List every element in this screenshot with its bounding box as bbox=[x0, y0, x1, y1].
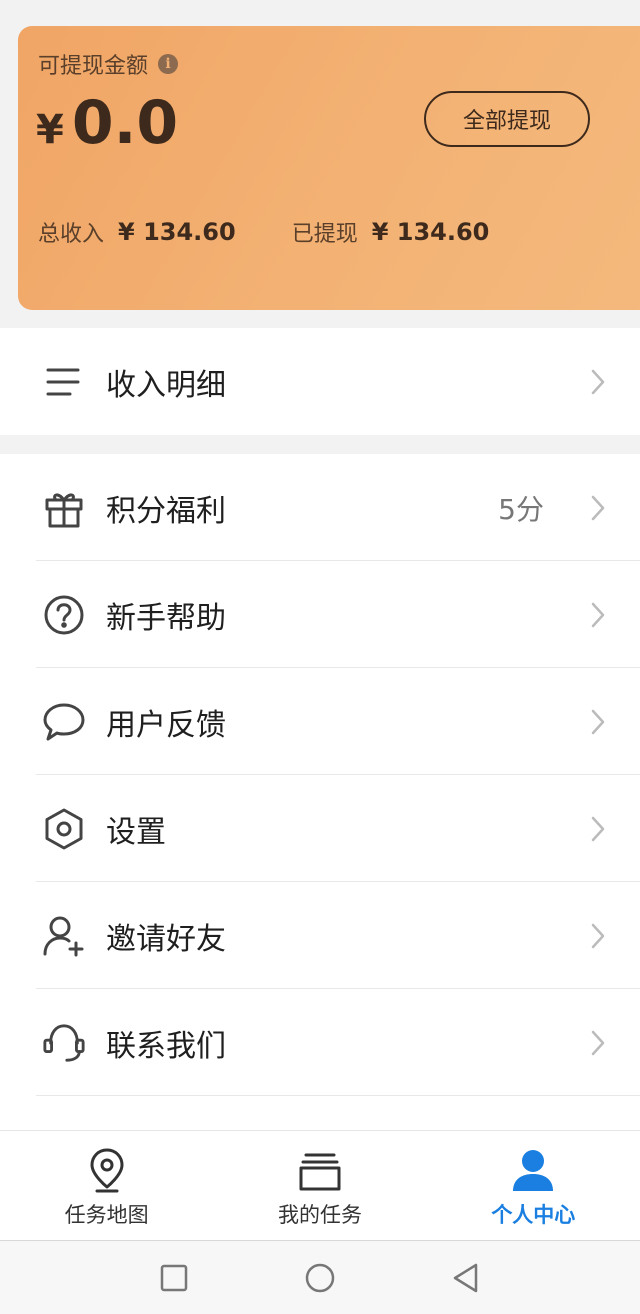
menu-item-label: 收入明细 bbox=[106, 367, 226, 403]
amount-value: 0.0 bbox=[71, 88, 179, 158]
tab-label: 个人中心 bbox=[491, 1202, 576, 1227]
settings-hexagon-icon bbox=[42, 807, 86, 851]
tab-task-map[interactable]: 任务地图 bbox=[0, 1131, 213, 1240]
withdrawable-amount: ¥ 0.0 bbox=[36, 88, 178, 158]
menu-item-income-detail[interactable]: 收入明细 bbox=[0, 328, 640, 435]
headset-icon bbox=[42, 1021, 86, 1065]
menu-item-label: 邀请好友 bbox=[106, 921, 226, 957]
withdrawn-label: 已提现 bbox=[291, 222, 358, 247]
points-value: 5分 bbox=[498, 492, 544, 526]
menu-item-help[interactable]: 新手帮助 bbox=[0, 561, 640, 668]
task-stack-icon bbox=[299, 1153, 341, 1190]
chat-bubble-icon bbox=[42, 700, 86, 744]
withdrawable-label-text: 可提现金额 bbox=[38, 54, 149, 79]
income-stats: 总收入 ¥ 134.60 已提现 ¥ 134.60 bbox=[38, 216, 489, 248]
chevron-right-icon bbox=[591, 602, 605, 627]
menu-item-points[interactable]: 积分福利 5分 bbox=[0, 454, 640, 561]
total-income-label: 总收入 bbox=[38, 222, 105, 247]
info-icon[interactable]: i bbox=[158, 54, 179, 74]
chevron-right-icon bbox=[591, 495, 605, 520]
system-nav-bar bbox=[0, 1240, 640, 1314]
menu-item-label: 新手帮助 bbox=[106, 600, 226, 636]
menu-item-contact[interactable]: 联系我们 bbox=[0, 989, 640, 1096]
total-income-value: ¥ 134.60 bbox=[118, 218, 236, 246]
menu-item-label: 积分福利 bbox=[106, 493, 226, 529]
bottom-tab-bar: 任务地图 我的任务 个人中心 bbox=[0, 1130, 640, 1240]
list-lines-icon bbox=[42, 360, 86, 404]
chevron-right-icon bbox=[591, 1030, 605, 1055]
person-icon bbox=[513, 1149, 554, 1191]
add-user-icon bbox=[42, 914, 86, 958]
withdraw-all-button[interactable]: 全部提现 bbox=[424, 91, 590, 147]
menu-item-label: 设置 bbox=[106, 814, 166, 850]
menu-item-partial bbox=[0, 1096, 640, 1130]
tab-label: 我的任务 bbox=[277, 1202, 362, 1227]
gift-icon bbox=[42, 486, 86, 530]
income-detail-section: 收入明细 bbox=[0, 328, 640, 435]
menu-item-label: 用户反馈 bbox=[106, 707, 226, 743]
back-icon[interactable] bbox=[449, 1261, 483, 1295]
tab-label: 任务地图 bbox=[64, 1202, 149, 1227]
menu-item-feedback[interactable]: 用户反馈 bbox=[0, 668, 640, 775]
recent-apps-icon[interactable] bbox=[157, 1261, 191, 1295]
withdrawable-label: 可提现金额 i bbox=[38, 48, 179, 80]
header-area: 可提现金额 i ¥ 0.0 全部提现 总收入 ¥ 134.60 已提现 ¥ 13… bbox=[0, 0, 640, 328]
home-icon[interactable] bbox=[303, 1261, 337, 1295]
chevron-right-icon bbox=[591, 369, 605, 394]
currency-symbol: ¥ bbox=[36, 107, 64, 153]
menu-item-invite[interactable]: 邀请好友 bbox=[0, 882, 640, 989]
chevron-right-icon bbox=[591, 923, 605, 948]
tab-personal-center[interactable]: 个人中心 bbox=[427, 1131, 640, 1240]
chevron-right-icon bbox=[591, 816, 605, 841]
help-circle-icon bbox=[42, 593, 86, 637]
menu-item-label: 联系我们 bbox=[106, 1028, 226, 1064]
menu-item-settings[interactable]: 设置 bbox=[0, 775, 640, 882]
withdrawn-value: ¥ 134.60 bbox=[371, 218, 490, 246]
tab-my-tasks[interactable]: 我的任务 bbox=[213, 1131, 426, 1240]
map-pin-icon bbox=[90, 1148, 124, 1192]
chevron-right-icon bbox=[591, 709, 605, 734]
menu-list: 积分福利 5分 新手帮助 用户反馈 设置 邀请好友 联系我们 bbox=[0, 454, 640, 1130]
